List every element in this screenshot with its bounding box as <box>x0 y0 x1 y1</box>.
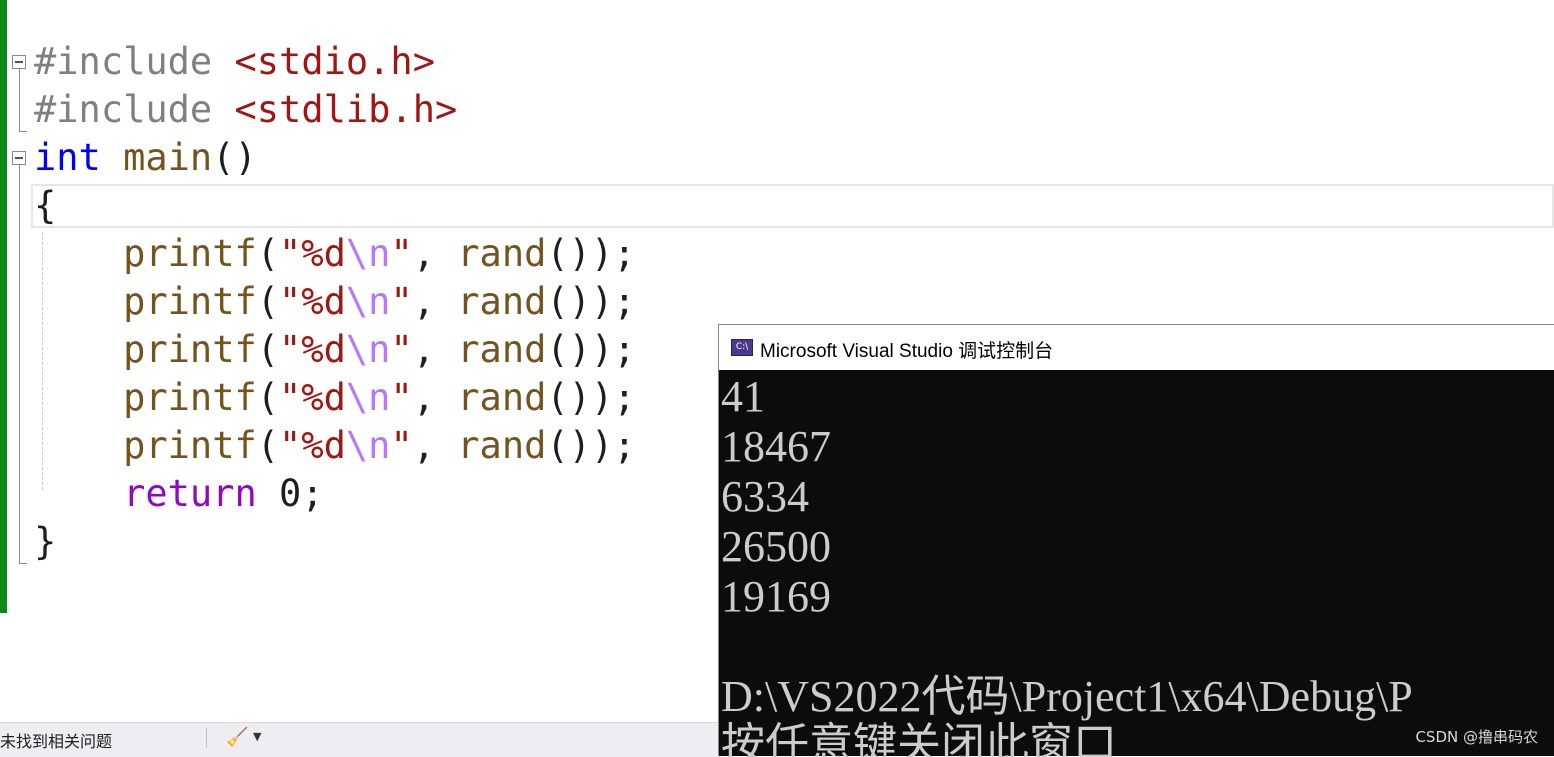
chevron-down-icon[interactable]: ▼ <box>253 730 261 743</box>
fold-guide <box>19 165 20 563</box>
return-keyword: return <box>123 472 257 515</box>
string-literal: "%d <box>279 328 346 371</box>
escape-sequence: \n <box>345 424 391 467</box>
fold-guide <box>19 69 20 131</box>
function-call: printf <box>123 328 257 371</box>
string-literal: "%d <box>279 376 346 419</box>
change-tracking-bar <box>0 0 7 613</box>
comma: , <box>412 328 458 371</box>
type-keyword: int <box>34 136 101 179</box>
paren: ( <box>256 376 280 419</box>
escape-sequence: \n <box>345 328 391 371</box>
collapse-include-icon[interactable] <box>12 55 26 69</box>
watermark: CSDN @撸串码农 <box>1415 728 1538 746</box>
punctuation: ()); <box>546 232 636 275</box>
punctuation: ()); <box>546 376 636 419</box>
output-path-line: D:\VS2022代码\Project1\x64\Debug\P <box>721 672 1413 721</box>
status-bar: 未找到相关问题 🧹 ▼ <box>0 722 720 757</box>
close-brace: } <box>34 520 57 563</box>
debug-console-window[interactable]: C:\ Microsoft Visual Studio 调试控制台 41 184… <box>718 324 1554 757</box>
function-call: printf <box>123 376 257 419</box>
code-line[interactable]: printf("%d\n", rand()); <box>34 422 636 470</box>
string-literal: "%d <box>279 424 346 467</box>
code-line[interactable]: { <box>34 182 56 230</box>
function-name: main <box>123 136 213 179</box>
console-app-icon: C:\ <box>731 339 753 356</box>
console-title: Microsoft Visual Studio 调试控制台 <box>760 341 1054 362</box>
string-literal: " <box>390 424 413 467</box>
console-titlebar[interactable]: C:\ Microsoft Visual Studio 调试控制台 <box>719 325 1554 370</box>
output-line: 18467 <box>721 422 831 471</box>
code-line[interactable]: #include <stdio.h> <box>34 38 435 86</box>
include-path: <stdio.h> <box>234 40 435 83</box>
function-call: rand <box>457 232 547 275</box>
function-call: printf <box>123 424 257 467</box>
paren: ( <box>256 280 280 323</box>
paren: ( <box>256 424 280 467</box>
function-call: printf <box>123 232 257 275</box>
comma: , <box>412 376 458 419</box>
escape-sequence: \n <box>345 232 391 275</box>
punctuation: ()); <box>546 424 636 467</box>
preprocessor-directive: #include <box>34 40 213 83</box>
status-divider <box>206 728 207 748</box>
number-literal: 0 <box>279 472 302 515</box>
string-literal: "%d <box>279 232 346 275</box>
function-call: rand <box>457 376 547 419</box>
issues-status[interactable]: 未找到相关问题 <box>0 728 112 752</box>
press-any-key-line: 按任意键关闭此窗口 <box>721 720 1117 757</box>
code-cleanup-icon[interactable]: 🧹 <box>226 727 248 748</box>
string-literal: " <box>390 376 413 419</box>
code-line[interactable]: } <box>34 518 56 566</box>
parentheses: () <box>212 136 257 179</box>
string-literal: " <box>390 328 413 371</box>
function-call: rand <box>457 280 547 323</box>
code-line[interactable]: printf("%d\n", rand()); <box>34 278 636 326</box>
string-literal: " <box>390 232 413 275</box>
escape-sequence: \n <box>345 280 391 323</box>
code-line[interactable]: return 0; <box>34 470 324 518</box>
fold-guide-end <box>19 563 27 564</box>
comma: , <box>412 280 458 323</box>
code-line[interactable]: #include <stdlib.h> <box>34 86 457 134</box>
paren: ( <box>256 232 280 275</box>
preprocessor-directive: #include <box>34 88 213 131</box>
comma: , <box>412 232 458 275</box>
output-line: 6334 <box>721 472 809 521</box>
code-line[interactable]: printf("%d\n", rand()); <box>34 230 636 278</box>
output-line: 19169 <box>721 572 831 621</box>
include-path: <stdlib.h> <box>234 88 458 131</box>
code-line[interactable]: int main() <box>34 134 257 182</box>
code-line[interactable]: printf("%d\n", rand()); <box>34 374 636 422</box>
punctuation: ()); <box>546 280 636 323</box>
console-output[interactable]: 41 18467 6334 26500 19169 D:\VS2022代码\Pr… <box>719 370 1554 757</box>
current-line-highlight <box>31 184 1554 228</box>
output-line: 26500 <box>721 522 831 571</box>
paren: ( <box>256 328 280 371</box>
code-line[interactable]: printf("%d\n", rand()); <box>34 326 636 374</box>
open-brace: { <box>34 184 57 227</box>
function-call: printf <box>123 280 257 323</box>
punctuation: ()); <box>546 328 636 371</box>
comma: , <box>412 424 458 467</box>
string-literal: " <box>390 280 413 323</box>
output-line: 41 <box>721 372 765 421</box>
string-literal: "%d <box>279 280 346 323</box>
collapse-main-icon[interactable] <box>12 151 26 165</box>
function-call: rand <box>457 424 547 467</box>
escape-sequence: \n <box>345 376 391 419</box>
function-call: rand <box>457 328 547 371</box>
semicolon: ; <box>301 472 324 515</box>
fold-guide-end <box>19 131 27 132</box>
